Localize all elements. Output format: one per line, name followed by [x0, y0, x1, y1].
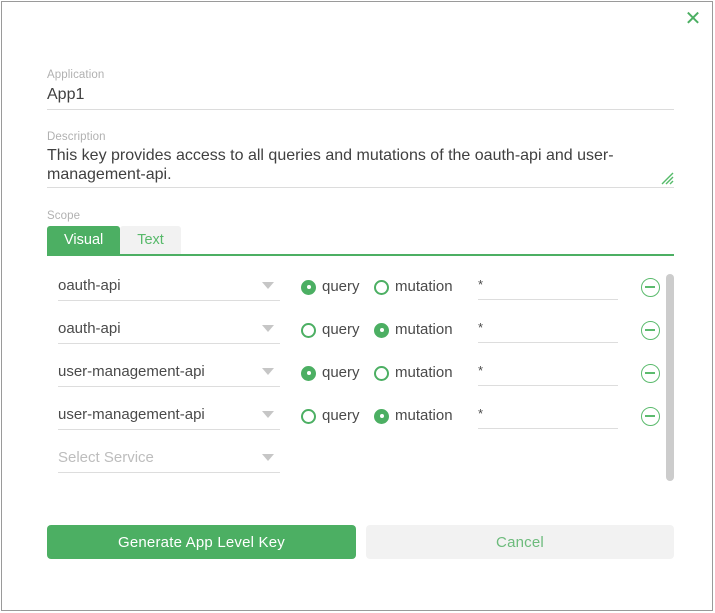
scope-tabs: Visual Text [47, 226, 674, 256]
radio-query-icon [301, 322, 316, 338]
service-select-value: Select Service [58, 449, 154, 466]
scope-label: Scope [47, 210, 81, 222]
remove-scope-row-button[interactable] [641, 364, 660, 383]
radio-query[interactable]: query [301, 364, 360, 382]
remove-scope-row-button[interactable] [641, 278, 660, 297]
scope-row: oauth-api query mutation * [2, 267, 712, 310]
close-icon[interactable]: ✕ [680, 6, 706, 32]
operation-radio-group-query: query [301, 278, 360, 300]
radio-query-label: query [322, 364, 360, 381]
radio-mutation[interactable]: mutation [374, 407, 453, 425]
service-select-value: user-management-api [58, 406, 205, 423]
scope-rows: oauth-api query mutation * oauth-api query mut… [2, 267, 712, 492]
scope-section: Scope Visual Text [47, 209, 674, 256]
operation-radio-group-mutation: mutation [374, 321, 453, 343]
operation-radio-group-mutation: mutation [374, 407, 453, 429]
pattern-input[interactable]: * [478, 319, 618, 343]
radio-mutation-icon [374, 279, 389, 295]
radio-mutation-label: mutation [395, 407, 453, 424]
service-select-value: oauth-api [58, 277, 121, 294]
app-key-dialog: ✕ Application App1 Description This key … [1, 1, 713, 611]
scope-row: user-management-api query mutation * [2, 353, 712, 396]
pattern-input-value: * [478, 406, 484, 421]
chevron-down-icon [262, 368, 274, 375]
scope-row: user-management-api query mutation * [2, 396, 712, 439]
pattern-input-value: * [478, 363, 484, 378]
scope-scrollbar[interactable] [666, 274, 674, 481]
chevron-down-icon [262, 282, 274, 289]
tab-visual[interactable]: Visual [47, 226, 121, 254]
cancel-button[interactable]: Cancel [366, 525, 674, 559]
operation-radio-group-mutation: mutation [374, 278, 453, 300]
radio-mutation-label: mutation [395, 278, 453, 295]
resize-handle-icon[interactable] [660, 171, 674, 185]
service-select-value: user-management-api [58, 363, 205, 380]
radio-query[interactable]: query [301, 278, 360, 296]
radio-mutation-icon [374, 322, 389, 338]
radio-query[interactable]: query [301, 407, 360, 425]
chevron-down-icon [262, 454, 274, 461]
dialog-footer: Generate App Level Key Cancel [47, 525, 674, 559]
radio-query-label: query [322, 407, 360, 424]
operation-radio-group-mutation: mutation [374, 364, 453, 386]
service-select[interactable]: user-management-api [58, 362, 280, 387]
tab-text[interactable]: Text [120, 226, 181, 254]
pattern-input[interactable]: * [478, 276, 618, 300]
remove-scope-row-button[interactable] [641, 407, 660, 426]
service-select[interactable]: Select Service [58, 448, 280, 473]
application-field: Application App1 [47, 68, 674, 110]
operation-radio-group-query: query [301, 364, 360, 386]
chevron-down-icon [262, 411, 274, 418]
operation-radio-group-query: query [301, 321, 360, 343]
radio-query-icon [301, 365, 316, 381]
remove-scope-row-button[interactable] [641, 321, 660, 340]
application-input[interactable]: App1 [47, 84, 674, 110]
radio-mutation[interactable]: mutation [374, 321, 453, 339]
service-select[interactable]: oauth-api [58, 276, 280, 301]
pattern-input[interactable]: * [478, 405, 618, 429]
radio-query-label: query [322, 278, 360, 295]
radio-mutation-label: mutation [395, 321, 453, 338]
pattern-input-value: * [478, 320, 484, 335]
scrollbar-thumb[interactable] [666, 274, 674, 481]
description-text: This key provides access to all queries … [47, 147, 614, 183]
chevron-down-icon [262, 325, 274, 332]
radio-query[interactable]: query [301, 321, 360, 339]
service-select[interactable]: user-management-api [58, 405, 280, 430]
pattern-input[interactable]: * [478, 362, 618, 386]
radio-mutation-label: mutation [395, 364, 453, 381]
radio-mutation-icon [374, 408, 389, 424]
radio-query-icon [301, 408, 316, 424]
radio-query-label: query [322, 321, 360, 338]
radio-query-icon [301, 279, 316, 295]
scope-row: oauth-api query mutation * [2, 310, 712, 353]
radio-mutation[interactable]: mutation [374, 278, 453, 296]
description-textarea[interactable]: This key provides access to all queries … [47, 146, 674, 188]
generate-app-level-key-button[interactable]: Generate App Level Key [47, 525, 356, 559]
radio-mutation[interactable]: mutation [374, 364, 453, 382]
description-label: Description [47, 131, 106, 143]
operation-radio-group-query: query [301, 407, 360, 429]
scope-row: Select Service [2, 439, 712, 482]
radio-mutation-icon [374, 365, 389, 381]
description-field: Description This key provides access to … [47, 130, 674, 188]
service-select[interactable]: oauth-api [58, 319, 280, 344]
service-select-value: oauth-api [58, 320, 121, 337]
application-label: Application [47, 69, 105, 81]
pattern-input-value: * [478, 277, 484, 292]
